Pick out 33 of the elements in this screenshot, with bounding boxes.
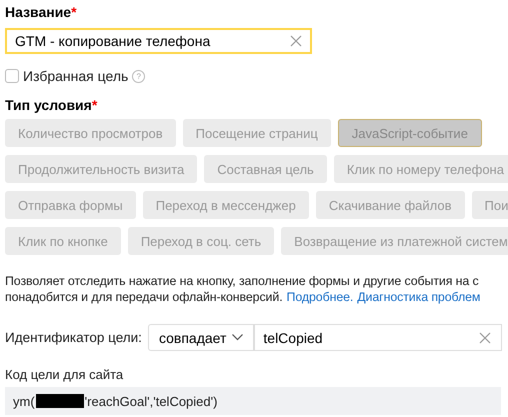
condition-type-chip[interactable]: Продолжительность визита [5, 155, 198, 183]
condition-type-chip[interactable]: Клик по номеру телефона [334, 155, 508, 183]
description-text: понадобится и для передачи офлайн-конверсий. [5, 290, 283, 304]
condition-type-chip[interactable]: Отправка формы [5, 191, 136, 219]
condition-type-chip[interactable]: Переход в соц. сеть [128, 227, 274, 255]
condition-type-chip[interactable]: Составная цель [204, 155, 327, 183]
condition-type-chip[interactable]: Клик по кнопке [5, 227, 121, 255]
description-text: Позволяет отследить нажатие на кнопку, заполнение формы и другие события на с [5, 273, 480, 289]
section-label: Тип условия* [5, 97, 98, 113]
condition-type-chip[interactable]: Возвращение из платежной систем [281, 227, 508, 255]
help-link[interactable]: Диагностика проблем [357, 290, 480, 304]
match-select[interactable]: совпадает [148, 324, 254, 351]
clear-icon[interactable] [479, 332, 492, 344]
help-link[interactable]: Подробнее. [286, 290, 354, 304]
help-icon[interactable]: ? [132, 70, 146, 82]
code-text: 'reachGoal','telCopied') [84, 394, 218, 408]
condition-type-chip[interactable]: Переход в мессенджер [142, 191, 309, 219]
clear-icon[interactable] [290, 35, 302, 47]
condition-type-chip[interactable]: JavaScript-событие [338, 119, 482, 147]
favorite-label[interactable]: Избранная цель [23, 68, 128, 84]
code-text: ym( [13, 394, 35, 408]
redaction-block [36, 394, 84, 408]
code-label: Код цели для сайта [5, 367, 124, 382]
condition-type-chip[interactable]: Пои [472, 191, 508, 219]
condition-type-chip[interactable]: Количество просмотров [5, 119, 176, 147]
condition-type-chip[interactable]: Скачивание файлов [316, 191, 464, 219]
goal-id-input-field[interactable]: telCopied [254, 324, 502, 351]
condition-type-chip[interactable]: Посещение страниц [182, 119, 331, 147]
name-input-field[interactable]: GTM - копирование телефона [5, 28, 312, 54]
chevron-down-icon [232, 334, 244, 341]
field-label: Название* [5, 4, 78, 20]
favorite-checkbox[interactable] [5, 69, 19, 83]
goal-id-label: Идентификатор цели: [5, 330, 142, 345]
